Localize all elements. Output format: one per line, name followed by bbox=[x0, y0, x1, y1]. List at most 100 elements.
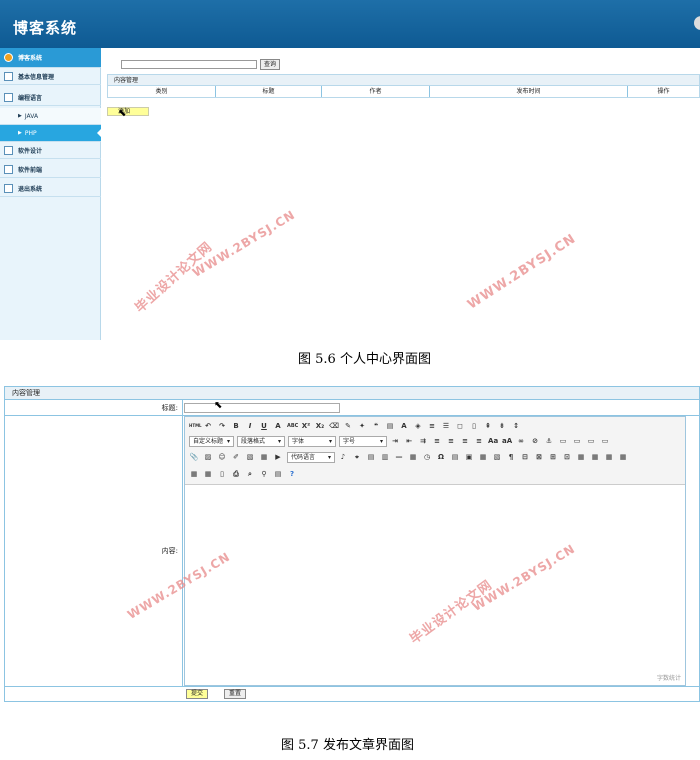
sidebar-header[interactable]: 博客系统 bbox=[0, 48, 101, 68]
anchor-icon[interactable]: ⚓ bbox=[544, 436, 554, 446]
code-language-select[interactable]: 代码语言 bbox=[287, 451, 335, 463]
auto-format-icon[interactable]: ✦ bbox=[357, 421, 367, 431]
table-props-icon[interactable]: ▯ bbox=[217, 469, 227, 479]
html-source-icon[interactable]: HTML bbox=[189, 421, 202, 431]
blockquote-icon[interactable]: ❝ bbox=[371, 421, 381, 431]
emotion-icon[interactable]: ☺ bbox=[217, 452, 227, 462]
link-icon[interactable]: ∞ bbox=[516, 436, 526, 446]
row-spacing-top-icon[interactable]: ⇞ bbox=[483, 421, 493, 431]
align-center-icon[interactable]: ≡ bbox=[446, 436, 456, 446]
paste-plain-icon[interactable]: ▤ bbox=[385, 421, 395, 431]
attachment-icon[interactable]: 📎 bbox=[189, 452, 199, 462]
spechars-icon[interactable]: ▤ bbox=[450, 452, 460, 462]
image-icon[interactable]: ▨ bbox=[203, 452, 213, 462]
music-icon[interactable]: ♪ bbox=[338, 452, 348, 462]
row-spacing-bottom-icon[interactable]: ⇟ bbox=[497, 421, 507, 431]
title-label: 标题: bbox=[161, 404, 178, 412]
eraser-icon[interactable]: ⌫ bbox=[329, 421, 339, 431]
sidebar-item-php[interactable]: ▶ PHP bbox=[0, 125, 101, 142]
unordered-list-icon[interactable]: ☰ bbox=[441, 421, 451, 431]
sidebar-item-logout[interactable]: 退出系统 bbox=[0, 180, 101, 197]
delete-row-icon[interactable]: ⊠ bbox=[534, 452, 544, 462]
editor-content-area[interactable] bbox=[185, 485, 685, 675]
bold-icon[interactable]: B bbox=[231, 421, 241, 431]
split-cols-icon[interactable]: ▦ bbox=[203, 469, 213, 479]
subscript-icon[interactable]: X₂ bbox=[315, 421, 325, 431]
strikethrough-icon[interactable]: ABC bbox=[287, 421, 298, 431]
align-justify-icon[interactable]: ≡ bbox=[474, 436, 484, 446]
submit-button[interactable]: 提交 bbox=[186, 689, 209, 699]
to-lowercase-icon[interactable]: aA bbox=[502, 436, 512, 446]
multi-image-icon[interactable]: ▦ bbox=[259, 452, 269, 462]
image-left-icon[interactable]: ▭ bbox=[572, 436, 582, 446]
sidebar-item-java[interactable]: ▶ JAVA bbox=[0, 108, 101, 125]
image-none-icon[interactable]: ▭ bbox=[558, 436, 568, 446]
custom-title-select[interactable]: 自定义标题 bbox=[189, 435, 235, 447]
search-input[interactable] bbox=[121, 60, 257, 69]
panel-title: 内容管理 bbox=[5, 387, 699, 400]
merge-down-icon[interactable]: ▦ bbox=[604, 452, 614, 462]
italic-icon[interactable]: I bbox=[245, 421, 255, 431]
format-brush-icon[interactable]: ✎ bbox=[343, 421, 353, 431]
to-uppercase-icon[interactable]: Aa bbox=[488, 436, 498, 446]
horizontal-rule-icon[interactable]: — bbox=[394, 452, 404, 462]
search-replace-icon[interactable]: ⚲ bbox=[259, 469, 269, 479]
video-icon[interactable]: ▶ bbox=[273, 452, 283, 462]
font-size-select[interactable]: 字号 bbox=[339, 435, 388, 447]
underline-icon[interactable]: U bbox=[259, 421, 269, 431]
ltr-icon[interactable]: ⇥ bbox=[390, 436, 400, 446]
line-height-icon[interactable]: ↕ bbox=[511, 421, 521, 431]
align-right-icon[interactable]: ≡ bbox=[460, 436, 470, 446]
split-cells-icon[interactable]: ▦ bbox=[618, 452, 628, 462]
insert-col-icon[interactable]: ⊞ bbox=[548, 452, 558, 462]
merge-cells-icon[interactable]: ▦ bbox=[576, 452, 586, 462]
scrawl-icon[interactable]: ✐ bbox=[231, 452, 241, 462]
sidebar-item-software-design[interactable]: 软件设计 bbox=[0, 142, 101, 159]
unlink-icon[interactable]: ⊘ bbox=[530, 436, 540, 446]
undo-icon[interactable]: ↶ bbox=[203, 421, 213, 431]
wordimage-icon[interactable]: ▣ bbox=[464, 452, 474, 462]
clear-doc-icon[interactable]: ▯ bbox=[469, 421, 479, 431]
background-color-icon[interactable]: ◈ bbox=[413, 421, 423, 431]
split-rows-icon[interactable]: ▦ bbox=[189, 469, 199, 479]
indent-icon[interactable]: ⇉ bbox=[418, 436, 428, 446]
add-button[interactable]: 添加 bbox=[107, 107, 149, 116]
list-icon bbox=[4, 183, 13, 193]
paragraph-format-select[interactable]: 段落格式 bbox=[237, 435, 286, 447]
font-family-select[interactable]: 字体 bbox=[288, 435, 337, 447]
print-icon[interactable]: ⎙ bbox=[231, 469, 241, 479]
insert-paragraph-icon[interactable]: ¶ bbox=[506, 452, 516, 462]
search-button[interactable]: 查询 bbox=[260, 59, 281, 70]
rich-text-editor[interactable]: HTML ↶ ↷ B I U A ABC X² X₂ ⌫ ✎ ✦ ❝ ▤ A ◈… bbox=[184, 416, 686, 686]
iframe-icon[interactable]: ▤ bbox=[366, 452, 376, 462]
help-icon[interactable]: ? bbox=[287, 469, 297, 479]
sidebar-item-basic-info[interactable]: 基本信息管理 bbox=[0, 68, 101, 85]
insert-row-icon[interactable]: ⊟ bbox=[520, 452, 530, 462]
special-char-icon[interactable]: Ω bbox=[436, 452, 446, 462]
image-right-icon[interactable]: ▭ bbox=[586, 436, 596, 446]
rtl-icon[interactable]: ⇤ bbox=[404, 436, 414, 446]
reset-button[interactable]: 重置 bbox=[224, 689, 247, 699]
delete-table-icon[interactable]: ▧ bbox=[492, 452, 502, 462]
superscript-icon[interactable]: X² bbox=[301, 421, 311, 431]
date-icon[interactable]: ▦ bbox=[408, 452, 418, 462]
sidebar-item-software-frontend[interactable]: 软件前端 bbox=[0, 161, 101, 178]
ordered-list-icon[interactable]: ≡ bbox=[427, 421, 437, 431]
map-icon[interactable]: ⌖ bbox=[352, 452, 362, 462]
select-all-icon[interactable]: ◻ bbox=[455, 421, 465, 431]
merge-right-icon[interactable]: ▦ bbox=[590, 452, 600, 462]
time-icon[interactable]: ◷ bbox=[422, 452, 432, 462]
page-break-icon[interactable]: ▥ bbox=[380, 452, 390, 462]
drafts-icon[interactable]: ▤ bbox=[273, 469, 283, 479]
image-center-icon[interactable]: ▭ bbox=[600, 436, 610, 446]
preview-icon[interactable]: ⌕ bbox=[245, 469, 255, 479]
insert-table-icon[interactable]: ▦ bbox=[478, 452, 488, 462]
border-text-icon[interactable]: A bbox=[273, 421, 283, 431]
delete-col-icon[interactable]: ⊡ bbox=[562, 452, 572, 462]
sidebar-item-programming[interactable]: 编程语言 bbox=[0, 89, 101, 106]
align-left-icon[interactable]: ≡ bbox=[432, 436, 442, 446]
insert-image-icon[interactable]: ▧ bbox=[245, 452, 255, 462]
font-color-icon[interactable]: A bbox=[399, 421, 409, 431]
title-input[interactable] bbox=[184, 403, 340, 413]
redo-icon[interactable]: ↷ bbox=[217, 421, 227, 431]
